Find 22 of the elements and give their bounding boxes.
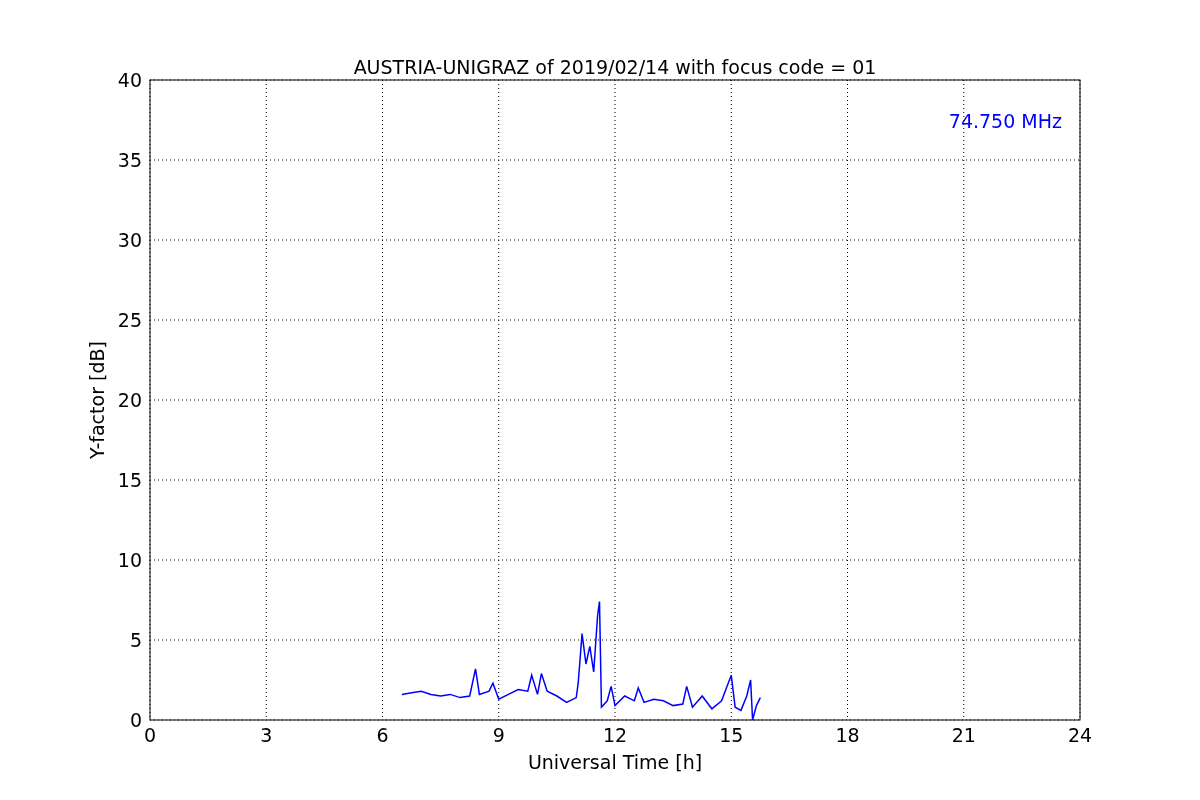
x-tick-label: 12 bbox=[602, 724, 628, 746]
frequency-label: 74.750 MHz bbox=[948, 110, 1062, 132]
y-tick-label: 15 bbox=[117, 469, 142, 491]
x-axis-label: Universal Time [h] bbox=[527, 751, 703, 773]
x-tick-label: 18 bbox=[835, 724, 860, 746]
x-tick-label: 3 bbox=[260, 724, 273, 746]
y-tick-label: 40 bbox=[117, 69, 142, 91]
y-tick-label: 35 bbox=[117, 149, 142, 171]
y-tick-label: 30 bbox=[117, 229, 142, 251]
chart-title: AUSTRIA-UNIGRAZ of 2019/02/14 with focus code = 01 bbox=[353, 56, 877, 78]
x-tick-label: 24 bbox=[1067, 724, 1093, 746]
y-axis-label: Y-factor [dB] bbox=[86, 341, 108, 459]
x-tick-label: 15 bbox=[719, 724, 744, 746]
x-tick-label: 9 bbox=[492, 724, 505, 746]
y-tick-label: 10 bbox=[117, 549, 142, 571]
y-tick-label: 25 bbox=[117, 309, 142, 331]
y-tick-label: 5 bbox=[129, 629, 142, 651]
x-tick-label: 6 bbox=[376, 724, 389, 746]
x-tick-label: 0 bbox=[143, 724, 157, 746]
y-tick-label: 0 bbox=[129, 709, 142, 731]
x-tick-label: 21 bbox=[951, 724, 976, 746]
y-tick-label: 20 bbox=[117, 389, 142, 411]
